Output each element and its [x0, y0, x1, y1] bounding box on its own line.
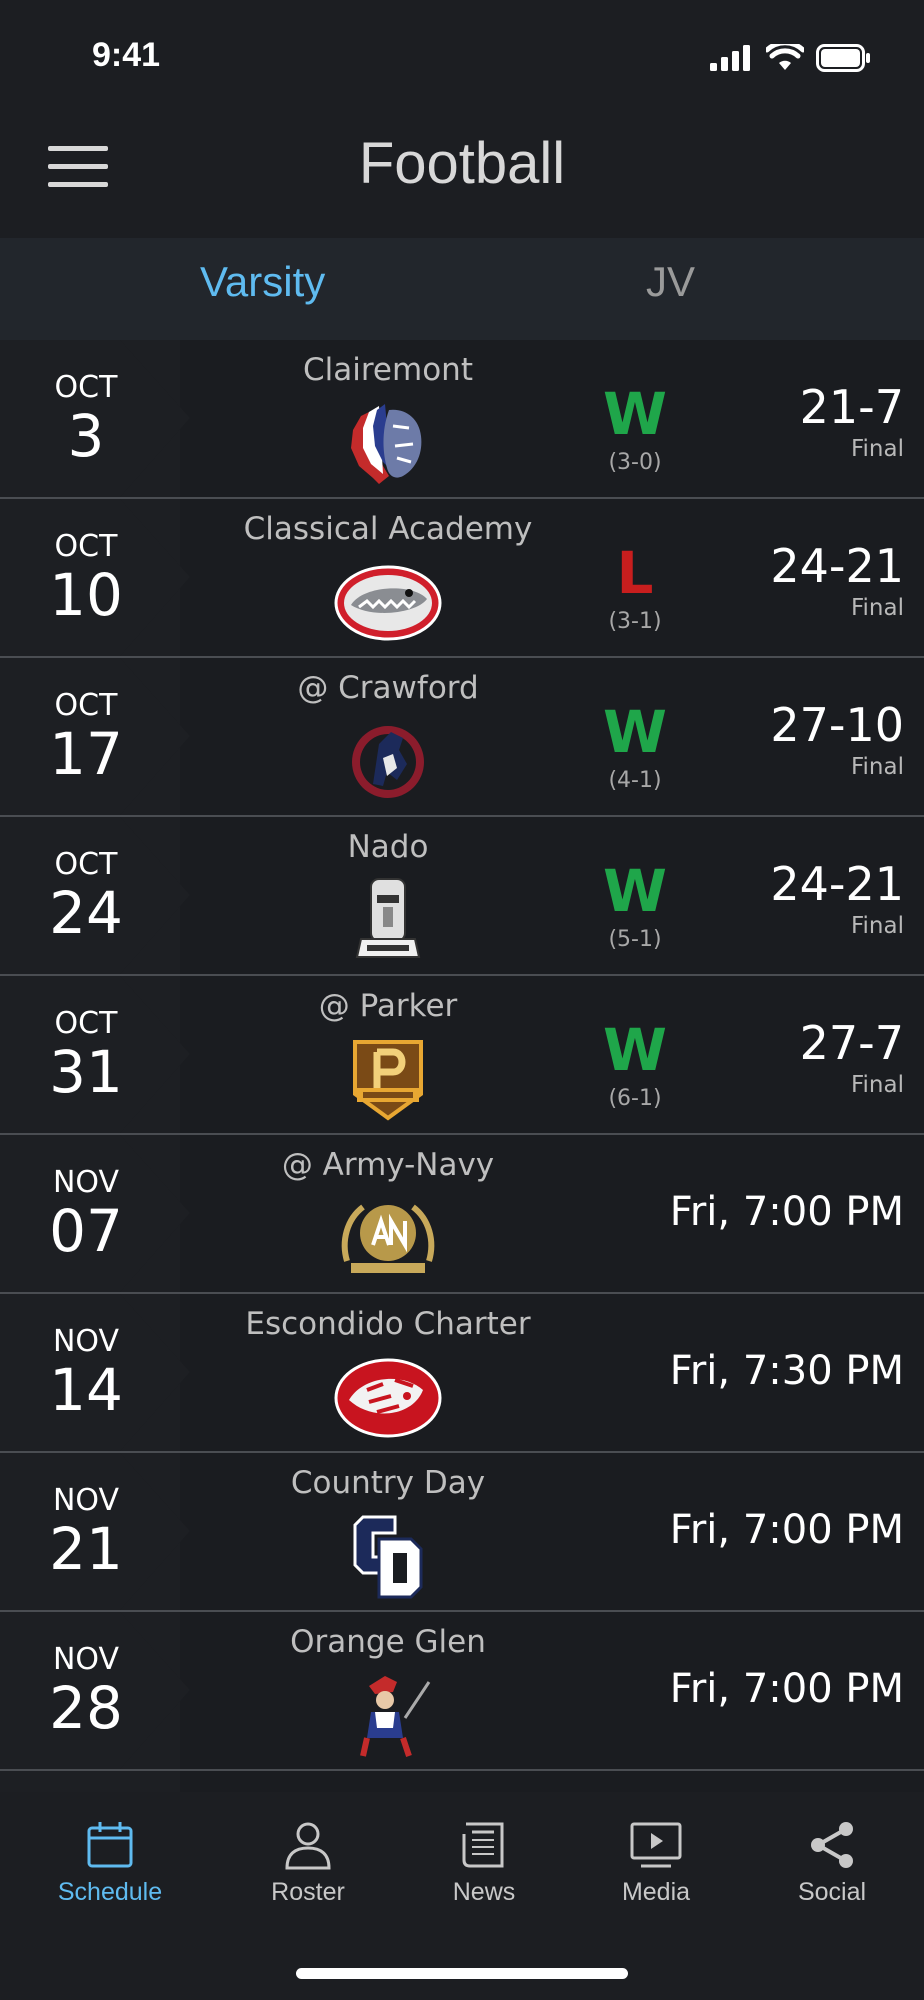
team-tabs: Varsity JV	[0, 238, 924, 342]
game-month: NOV	[52, 1642, 120, 1677]
game-row[interactable]: OCT 24 Nado W (5-1) 24-21 Final	[0, 817, 924, 976]
home-indicator[interactable]	[296, 1968, 628, 1979]
game-result: W	[603, 857, 667, 925]
game-row[interactable]: NOV 07 @ Army-Navy Fri, 7:00 PM	[0, 1135, 924, 1294]
game-result: W	[603, 1016, 667, 1084]
game-day: 3	[67, 402, 105, 470]
wifi-icon	[766, 44, 804, 70]
game-score: 24-21	[770, 539, 904, 593]
game-day: 28	[49, 1674, 123, 1742]
date-block	[0, 1771, 180, 1792]
newspaper-icon	[462, 1822, 504, 1868]
game-time: Fri, 7:30 PM	[669, 1348, 904, 1394]
game-row[interactable]: OCT 31 @ Parker W (6-1) 27-7 Final	[0, 976, 924, 1135]
season-record: (4-1)	[608, 768, 662, 793]
nav-label: Roster	[271, 1878, 345, 1906]
opponent-name: @ Parker	[318, 988, 458, 1024]
game-day: 10	[49, 561, 123, 629]
game-score: 27-10	[770, 698, 904, 752]
game-status: Final	[850, 1072, 904, 1098]
game-day: 07	[49, 1197, 123, 1265]
nav-label: News	[452, 1878, 516, 1906]
game-time: Fri, 7:00 PM	[669, 1507, 904, 1553]
game-day: 21	[49, 1515, 123, 1583]
share-icon	[811, 1822, 853, 1868]
season-record: (3-0)	[608, 450, 662, 475]
game-row[interactable]: NOV 21 Country Day Fri, 7:00 PM	[0, 1453, 924, 1612]
nav-label: Social	[797, 1878, 867, 1906]
game-month: OCT	[54, 688, 118, 723]
schedule-list[interactable]: OCT 3 Clairemont W (3-0) 21-7 Final OCT …	[0, 340, 924, 1792]
season-record: (3-1)	[608, 609, 662, 634]
opponent-name: Escondido Charter	[245, 1306, 531, 1342]
game-month: NOV	[52, 1483, 120, 1518]
parker-logo	[353, 1040, 423, 1121]
game-status: Final	[850, 754, 904, 780]
game-month: NOV	[52, 1324, 120, 1359]
season-record: (6-1)	[608, 1086, 662, 1111]
status-icons	[710, 44, 872, 72]
cellular-signal-icon	[710, 45, 750, 71]
nav-label: Schedule	[57, 1878, 163, 1906]
opponent-name: @ Crawford	[297, 670, 479, 706]
game-result: W	[603, 698, 667, 766]
status-time: 9:41	[92, 36, 161, 74]
game-time: Fri, 7:00 PM	[669, 1189, 904, 1235]
nav-schedule[interactable]: Schedule	[30, 1820, 190, 1907]
calendar-icon	[87, 1822, 133, 1868]
game-score: 24-21	[770, 857, 904, 911]
season-record: (5-1)	[608, 927, 662, 952]
game-score: 21-7	[799, 380, 904, 434]
opponent-name: Orange Glen	[290, 1624, 486, 1660]
game-row-partial[interactable]	[0, 1771, 924, 1792]
game-row[interactable]: NOV 14 Escondido Charter Fri, 7:30 PM	[0, 1294, 924, 1453]
game-result: L	[616, 539, 654, 607]
game-day: 31	[49, 1038, 123, 1106]
escondido-charter-logo	[334, 1358, 442, 1438]
opponent-name: Nado	[347, 829, 429, 865]
game-row[interactable]: NOV 28 Orange Glen Fri, 7:00 PM	[0, 1612, 924, 1771]
nav-news[interactable]: News	[404, 1820, 564, 1907]
game-month: OCT	[54, 1006, 118, 1041]
game-status: Final	[850, 913, 904, 939]
game-status: Final	[850, 436, 904, 462]
game-score: 27-7	[799, 1016, 904, 1070]
play-screen-icon	[630, 1822, 682, 1868]
page-title: Football	[358, 131, 566, 196]
opponent-name: Clairemont	[303, 352, 473, 388]
orange-glen-logo	[360, 1676, 431, 1757]
game-day: 14	[49, 1356, 123, 1424]
army-navy-logo	[341, 1204, 435, 1273]
opponent-name: Country Day	[290, 1465, 486, 1501]
game-month: OCT	[54, 529, 118, 564]
crawford-logo	[352, 726, 424, 798]
game-row[interactable]: OCT 17 @ Crawford W (4-1) 27-10 Final	[0, 658, 924, 817]
game-month: OCT	[54, 370, 118, 405]
nav-social[interactable]: Social	[752, 1820, 912, 1907]
person-icon	[285, 1822, 331, 1870]
game-row[interactable]: OCT 10 Classical Academy L (3-1) 24-21 F…	[0, 499, 924, 658]
game-day: 17	[49, 720, 123, 788]
game-time: Fri, 7:00 PM	[669, 1666, 904, 1712]
status-bar: 9:41	[0, 0, 924, 110]
game-result: W	[603, 380, 667, 448]
tab-varsity[interactable]: Varsity	[200, 258, 325, 306]
game-status: Final	[850, 595, 904, 621]
battery-icon	[816, 44, 870, 72]
game-month: NOV	[52, 1165, 120, 1200]
game-row[interactable]: OCT 3 Clairemont W (3-0) 21-7 Final	[0, 340, 924, 499]
country-day-logo	[353, 1515, 423, 1599]
nav-roster[interactable]: Roster	[228, 1820, 388, 1907]
game-day: 24	[49, 879, 123, 947]
opponent-name: @ Army-Navy	[281, 1147, 495, 1183]
opponent-name: Classical Academy	[243, 511, 533, 547]
clairemont-logo	[351, 404, 422, 484]
nav-label: Media	[621, 1878, 691, 1906]
game-month: OCT	[54, 847, 118, 882]
nado-logo	[355, 878, 421, 958]
classical-academy-logo	[334, 565, 442, 641]
nav-media[interactable]: Media	[576, 1820, 736, 1907]
tab-jv[interactable]: JV	[646, 258, 695, 306]
